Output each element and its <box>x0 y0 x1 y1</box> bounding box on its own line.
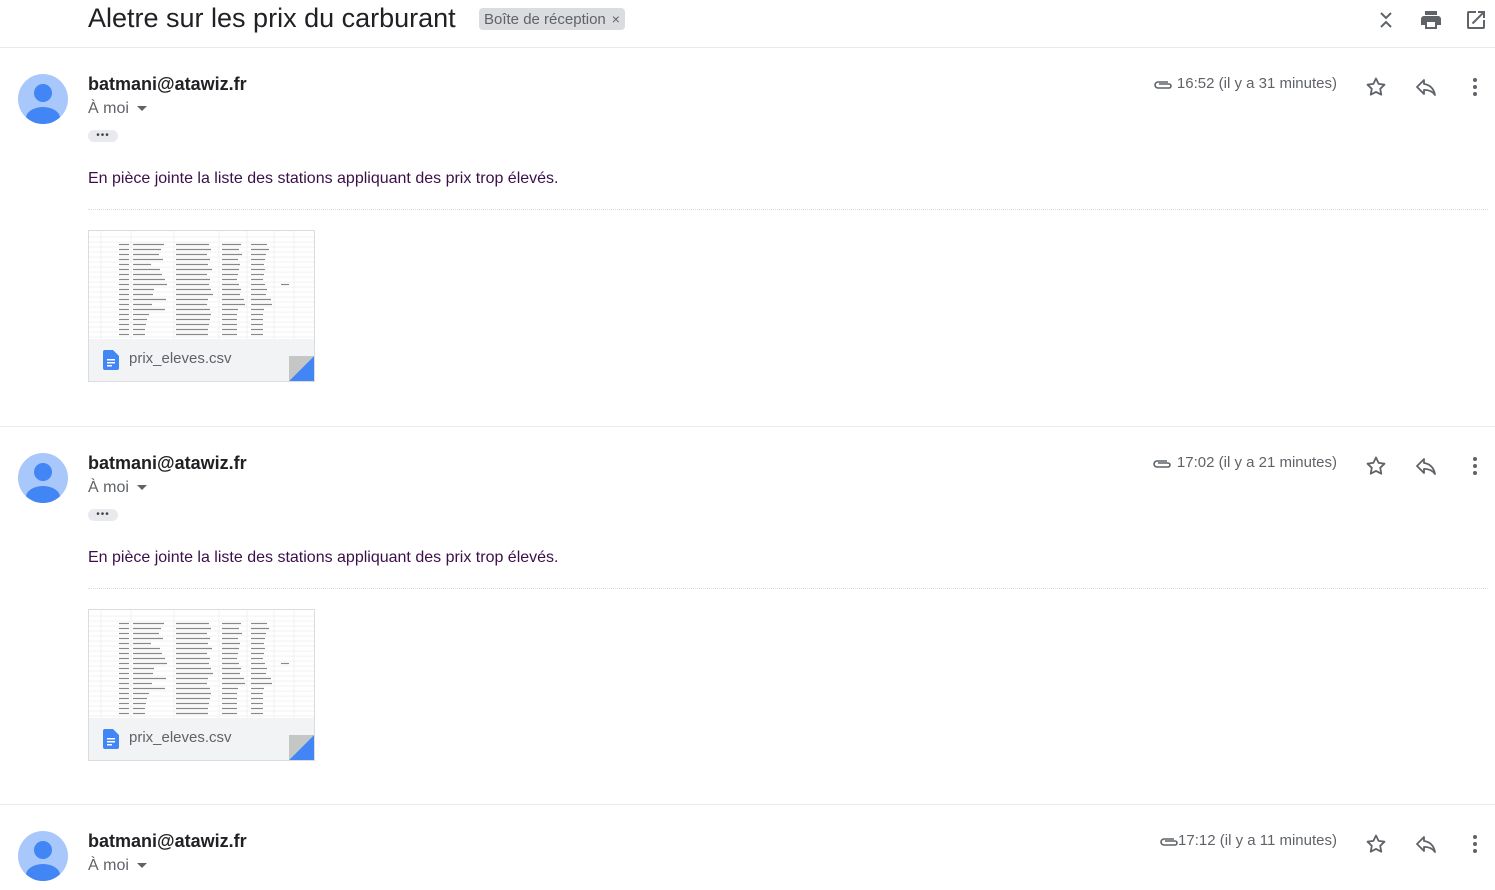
message-2: batmani@atawiz.fr À moi ••• En pièce joi… <box>0 426 1495 805</box>
message-1: batmani@atawiz.fr À moi ••• En pièce joi… <box>0 48 1495 426</box>
inbox-label-chip[interactable]: Boîte de réception × <box>479 8 625 30</box>
recipient-label: À moi <box>88 479 129 496</box>
sender-email[interactable]: batmani@atawiz.fr <box>88 74 247 95</box>
star-icon[interactable] <box>1364 75 1388 99</box>
recipient-label: À moi <box>88 100 129 117</box>
caret-down-icon <box>136 863 147 869</box>
reply-icon[interactable] <box>1414 75 1438 99</box>
show-trimmed-content-button[interactable]: ••• <box>88 130 118 142</box>
sender-email[interactable]: batmani@atawiz.fr <box>88 831 247 852</box>
avatar <box>18 831 68 881</box>
star-icon[interactable] <box>1364 454 1388 478</box>
more-options-icon[interactable] <box>1463 832 1487 856</box>
message-body: En pièce jointe la liste des stations ap… <box>88 549 559 566</box>
remove-label-button[interactable]: × <box>612 11 620 27</box>
attachment-preview <box>89 610 314 718</box>
message-body: En pièce jointe la liste des stations ap… <box>88 170 559 187</box>
reply-icon[interactable] <box>1414 832 1438 856</box>
divider <box>88 588 1488 589</box>
more-options-icon[interactable] <box>1463 454 1487 478</box>
attachment-card[interactable]: prix_eleves.csv <box>88 609 315 761</box>
attachment-clip-icon <box>1153 460 1171 468</box>
reply-icon[interactable] <box>1414 454 1438 478</box>
message-time: 17:02 (il y a 21 minutes) <box>1176 454 1337 471</box>
more-options-icon[interactable] <box>1463 75 1487 99</box>
file-corner-fold-icon <box>289 356 314 381</box>
message-time: 16:52 (il y a 31 minutes) <box>1176 75 1337 92</box>
print-icon[interactable] <box>1419 8 1443 32</box>
collapse-all-icon[interactable] <box>1374 8 1398 32</box>
recipient-dropdown[interactable]: À moi <box>88 857 147 875</box>
recipient-dropdown[interactable]: À moi <box>88 100 147 118</box>
show-trimmed-content-button[interactable]: ••• <box>88 509 118 521</box>
sender-email[interactable]: batmani@atawiz.fr <box>88 453 247 474</box>
avatar <box>18 74 68 124</box>
thread-subject: Aletre sur les prix du carburant <box>88 3 456 33</box>
attachment-card[interactable]: prix_eleves.csv <box>88 230 315 382</box>
avatar <box>18 453 68 503</box>
recipient-dropdown[interactable]: À moi <box>88 479 147 497</box>
attachment-clip-icon <box>1160 838 1178 846</box>
file-corner-fold-icon <box>289 735 314 760</box>
thread-header: Aletre sur les prix du carburant Boîte d… <box>0 0 1495 48</box>
message-time: 17:12 (il y a 11 minutes) <box>1178 832 1337 849</box>
attachment-filename: prix_eleves.csv <box>129 350 232 367</box>
attachment-filename: prix_eleves.csv <box>129 729 232 746</box>
star-icon[interactable] <box>1364 832 1388 856</box>
divider <box>88 209 1488 210</box>
open-new-window-icon[interactable] <box>1464 8 1488 32</box>
message-3: batmani@atawiz.fr À moi 17:12 (il y a 11… <box>0 804 1495 890</box>
caret-down-icon <box>136 106 147 112</box>
recipient-label: À moi <box>88 857 129 874</box>
attachment-preview <box>89 231 314 339</box>
document-file-icon <box>103 350 119 370</box>
document-file-icon <box>103 729 119 749</box>
attachment-clip-icon <box>1154 81 1172 89</box>
inbox-label-text: Boîte de réception <box>484 11 606 28</box>
caret-down-icon <box>136 485 147 491</box>
